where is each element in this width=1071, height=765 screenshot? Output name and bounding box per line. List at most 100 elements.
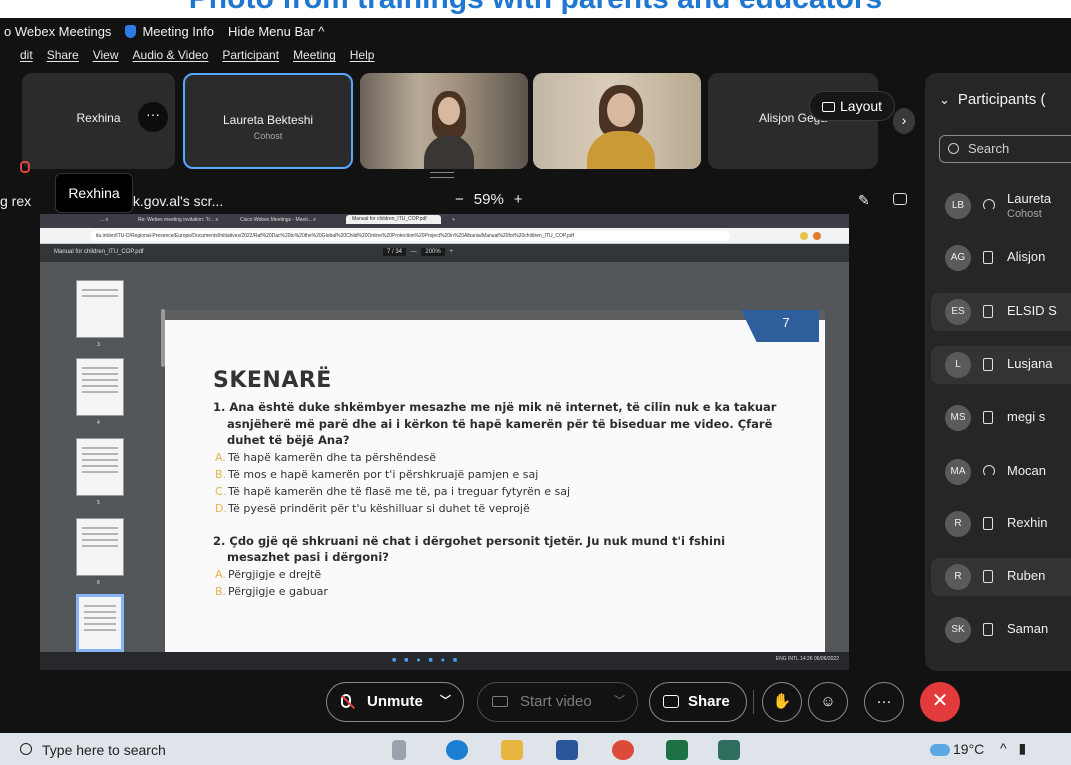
participant-row[interactable]: MS megi s — [931, 399, 1071, 437]
participant-name: Rexhin — [1007, 515, 1048, 530]
participant-row[interactable]: ES ELSID S — [931, 293, 1071, 331]
participant-search-input[interactable]: Search — [939, 135, 1071, 163]
pdf-page: 7 SKENARË 1. Ana është duke shkëmbyer me… — [165, 310, 825, 670]
pdf-thumbnail-selected[interactable] — [76, 594, 124, 652]
option-text: Përgjigje e gabuar — [228, 584, 328, 598]
browser-tab-active[interactable]: Manual for children_ITU_COP.pdf — [346, 215, 441, 224]
reactions-button[interactable]: ☺ — [808, 682, 848, 722]
photo-caption: Photo from trainings with parents and ed… — [0, 0, 1071, 18]
pdf-page-indicator[interactable]: 7 / 34 — [383, 248, 407, 256]
system-tray-icons[interactable]: ^ ▮ — [1000, 740, 1030, 757]
participant-row[interactable]: MA Mocan — [931, 453, 1071, 491]
zoom-level: 59% — [473, 191, 504, 208]
page-header-band — [165, 310, 825, 320]
menu-share[interactable]: Share — [47, 48, 79, 62]
pdf-thumbnail[interactable] — [76, 438, 124, 496]
video-tile-participant-4[interactable] — [533, 73, 701, 169]
browser-tab[interactable]: Cisco Webex Meetings - Meeti... x — [240, 217, 316, 223]
participant-row[interactable]: AG Alisjon — [931, 239, 1071, 277]
answer-option: D.Të pyesë prindërit për t'u këshilluar … — [213, 500, 793, 517]
hide-menubar-button[interactable]: Hide Menu Bar ^ — [228, 24, 324, 39]
meeting-info-menu[interactable]: Meeting Info — [125, 24, 214, 39]
participants-header[interactable]: ⌄ Participants ( — [939, 91, 1045, 108]
mobile-device-icon — [983, 623, 993, 636]
zoom-in-button[interactable]: + — [514, 191, 523, 208]
word-icon[interactable] — [556, 740, 578, 760]
thumb-number: 6 — [97, 580, 100, 586]
share-button[interactable]: Share — [649, 682, 747, 722]
menu-participant[interactable]: Participant — [222, 48, 279, 62]
more-options-button[interactable]: ··· — [864, 682, 904, 722]
app-menu-webex[interactable]: o Webex Meetings — [4, 24, 111, 39]
participant-row[interactable]: R Ruben — [931, 558, 1071, 596]
thumb-number: 4 — [97, 420, 100, 426]
raise-hand-button[interactable]: ✋ — [762, 682, 802, 722]
option-letter: B. — [215, 584, 227, 598]
pdf-thumbnail[interactable] — [76, 280, 124, 338]
weather-temp[interactable]: 19°C — [953, 741, 984, 757]
menu-edit[interactable]: dit — [20, 48, 33, 62]
excel-icon[interactable] — [666, 740, 688, 760]
layout-button[interactable]: Layout — [809, 91, 896, 121]
mobile-device-icon — [983, 570, 993, 583]
taskbar-search-placeholder: Type here to search — [42, 742, 166, 758]
person-face — [607, 93, 635, 127]
zoom-out-button[interactable]: − — [455, 191, 464, 208]
video-tile-participant-3[interactable] — [360, 73, 528, 169]
webex-icon[interactable] — [718, 740, 740, 760]
chrome-icon[interactable] — [612, 740, 634, 760]
task-view-icon[interactable] — [392, 740, 406, 760]
participant-row[interactable]: L Lusjana — [931, 346, 1071, 384]
caption-text: Photo from trainings with parents and ed… — [0, 0, 1071, 16]
participant-row[interactable]: SK Saman — [931, 611, 1071, 649]
question-1-line: duhet të bëjë Ana? — [227, 433, 350, 447]
avatar: LB — [945, 193, 971, 219]
resize-grip-icon[interactable] — [430, 172, 454, 178]
url-field[interactable]: itu.int/en/ITU-D/Regional-Presence/Europ… — [90, 231, 730, 241]
pdf-thumbnail[interactable] — [76, 358, 124, 416]
menu-audio-video[interactable]: Audio & Video — [133, 48, 209, 62]
menu-meeting[interactable]: Meeting — [293, 48, 336, 62]
option-text: Të hapë kamerën dhe ta përshëndesë — [228, 450, 437, 464]
chevron-down-icon[interactable]: ﹀ — [614, 683, 625, 720]
menu-view[interactable]: View — [93, 48, 119, 62]
participant-name: Mocan — [1007, 463, 1047, 478]
video-tile-alisjon[interactable]: Alisjon Gega — [708, 73, 878, 169]
avatar: SK — [945, 617, 971, 643]
document-content: SKENARË 1. Ana është duke shkëmbyer mesa… — [213, 368, 793, 600]
participant-row[interactable]: R Rexhin — [931, 505, 1071, 543]
fit-screen-icon[interactable] — [893, 193, 907, 205]
strip-next-button[interactable]: › — [893, 108, 915, 134]
start-video-button[interactable]: Start video ﹀ — [477, 682, 638, 722]
video-tile-laureta[interactable]: Laureta Bekteshi Cohost — [183, 73, 353, 169]
edge-browser-icon[interactable] — [446, 740, 468, 760]
pdf-zoom-box[interactable]: 200% — [421, 248, 445, 256]
phone-audio-icon — [983, 465, 995, 477]
tile-more-button[interactable]: ··· — [138, 102, 168, 132]
answer-option: B. Përgjigje e gabuar — [213, 583, 793, 600]
participant-row[interactable]: LB Laureta Cohost — [931, 187, 1071, 225]
participant-name: Laureta — [1007, 191, 1052, 206]
menu-help[interactable]: Help — [350, 48, 375, 62]
participants-title: Participants ( — [957, 91, 1046, 108]
chevron-down-icon[interactable]: ﹀ — [440, 683, 451, 720]
annotate-icon[interactable]: ✎ — [858, 192, 870, 209]
tile-role: Cohost — [253, 131, 283, 141]
doc-heading: SKENARË — [213, 368, 332, 393]
option-letter: B. — [215, 467, 227, 481]
question-2-line: 2. Çdo gjë që shkruani në chat i dërgohe… — [213, 533, 726, 548]
taskbar-search-input[interactable]: Type here to search — [18, 739, 358, 761]
participant-name: Ruben — [1007, 568, 1046, 583]
participant-name: Lusjana — [1007, 356, 1053, 371]
file-explorer-icon[interactable] — [501, 740, 523, 760]
app-menu: dit Share View Audio & Video Participant… — [0, 44, 374, 66]
new-tab-button[interactable]: + — [452, 217, 455, 223]
browser-tab[interactable]: ... x — [100, 217, 108, 223]
profile-icon — [813, 232, 821, 240]
pdf-thumbnail[interactable] — [76, 518, 124, 576]
leave-meeting-button[interactable]: ✕ — [920, 682, 960, 722]
browser-tab[interactable]: Re: Webex meeting invitation: Tr... x — [138, 217, 218, 223]
unmute-button[interactable]: Unmute ﹀ — [326, 682, 464, 722]
browser-tabs: ... x Re: Webex meeting invitation: Tr..… — [40, 214, 849, 228]
pdf-toolbar: Manual for children_ITU_COP.pdf 7 / 34 —… — [40, 244, 849, 262]
